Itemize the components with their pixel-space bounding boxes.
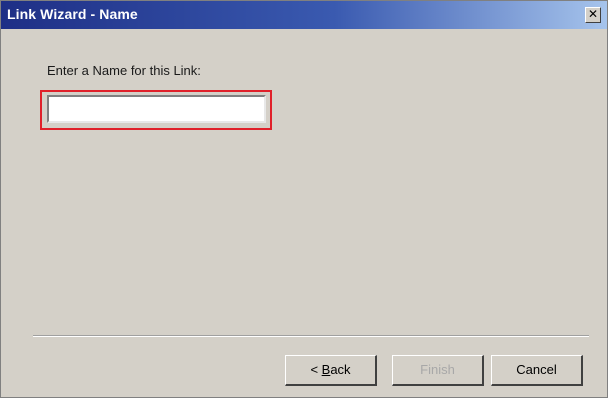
link-name-label: Enter a Name for this Link: [47,63,201,78]
back-button-rest: ack [330,362,351,377]
close-button[interactable]: ✕ [585,7,601,23]
link-wizard-dialog: Link Wizard - Name ✕ Enter a Name for th… [0,0,608,398]
link-name-input[interactable] [47,95,266,123]
finish-button-label: Finish [420,362,455,377]
close-icon: ✕ [587,7,599,21]
button-separator [33,335,589,337]
back-button[interactable]: < Back [285,355,377,386]
cancel-button-label: Cancel [516,362,557,377]
window-title: Link Wizard - Name [7,6,138,22]
back-button-prefix: < [310,362,322,377]
cancel-button[interactable]: Cancel [491,355,583,386]
finish-button[interactable]: Finish [392,355,484,386]
title-bar[interactable]: Link Wizard - Name ✕ [1,1,607,29]
